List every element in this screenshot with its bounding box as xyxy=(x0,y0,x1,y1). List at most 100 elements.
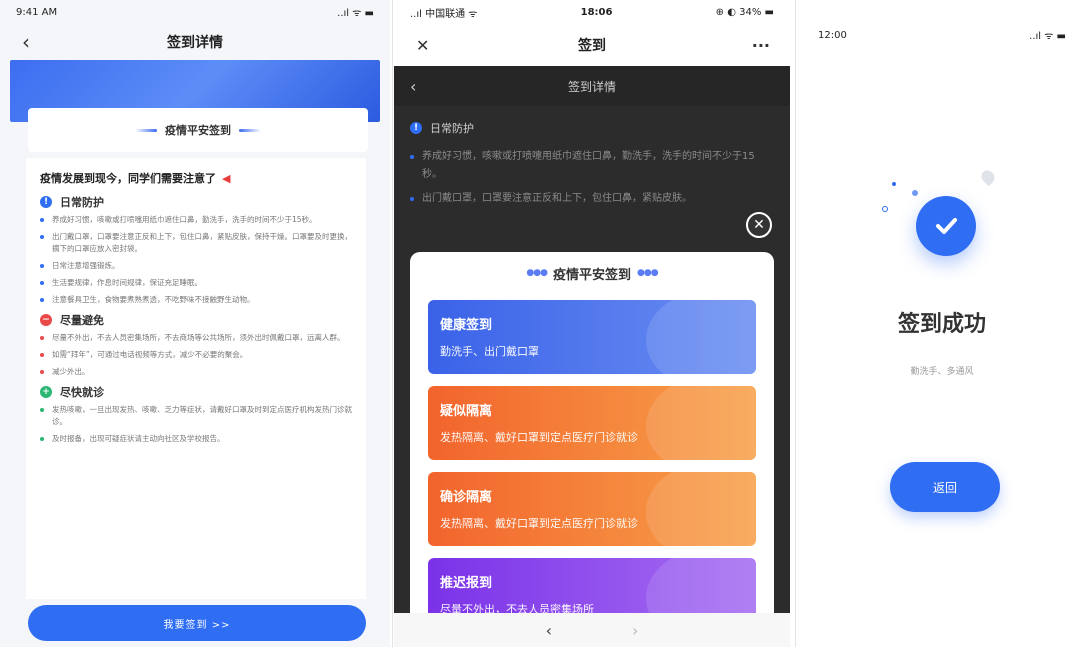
minus-icon: − xyxy=(40,314,52,326)
bullet-dot xyxy=(40,264,44,268)
option-title: 确诊隔离 xyxy=(440,490,493,505)
list-item: 日常注意增强锻炼。 xyxy=(40,260,352,272)
status-time: 12:00 xyxy=(818,29,847,41)
screen-checkin-modal: ..ıl 中国联通 ᯤ 18:06 ⊕ ◐ 34% ▬ ✕ 签到 ··· ‹ 签… xyxy=(394,0,790,647)
option-title: 推迟报到 xyxy=(440,576,493,591)
background-section-heading: ! 日常防护 xyxy=(394,106,790,142)
more-icon[interactable]: ··· xyxy=(752,36,770,55)
status-bar: ..ıl 中国联通 ᯤ 18:06 ⊕ ◐ 34% ▬ xyxy=(394,0,790,24)
list-item: 及时报备，出现可疑症状请主动向社区及学校报告。 xyxy=(40,433,352,445)
bullet-dot xyxy=(40,218,44,222)
bullet-dot xyxy=(40,336,44,340)
status-time: 9:41 AM xyxy=(16,6,58,18)
list-item-text: 发热咳嗽，一旦出现发热、咳嗽、乏力等症状，请戴好口罩及时到定点医疗机构发热门诊就… xyxy=(52,405,352,426)
section-title: 尽量避免 xyxy=(60,314,104,327)
checkin-modal: ●●● 疫情平安签到 ●●● 健康签到 勤洗手、出门戴口罩 疑似隔离 发热隔离、… xyxy=(410,252,774,613)
nav-bar: ‹ 签到详情 xyxy=(0,24,390,60)
status-battery: ⊕ ◐ 34% ▬ xyxy=(715,6,774,18)
list-item-text: 如需“拜年”，可通过电话视频等方式，减少不必要的聚会。 xyxy=(52,350,248,359)
success-title: 签到成功 xyxy=(897,312,986,337)
title-decoration-left xyxy=(135,128,157,132)
option-desc: 尽量不外出，不去人员密集场所 xyxy=(440,603,594,613)
background-section-title: 日常防护 xyxy=(430,122,474,135)
option-title: 健康签到 xyxy=(440,318,493,333)
status-carrier: ..ıl 中国联通 ᯤ xyxy=(410,8,478,20)
option-suspected-isolation[interactable]: 疑似隔离 发热隔离、戴好口罩到定点医疗门诊就诊 xyxy=(428,386,756,460)
page-title: 签到详情 xyxy=(167,35,223,51)
list-item: 注意餐具卫生，食物要煮熟煮透，不吃野味不接触野生动物。 xyxy=(40,294,352,306)
background-list-item: 养成好习惯，咳嗽或打喷嚏用纸巾遮住口鼻，勤洗手，洗手的时间不少于15秒。 xyxy=(394,142,790,184)
section-heading: − 尽量避免 xyxy=(40,312,352,328)
background-list-item: 出门戴口罩，口罩要注意正反和上下，包住口鼻，紧贴皮肤。 xyxy=(394,184,790,208)
bullet-dot xyxy=(40,298,44,302)
list-item: 发热咳嗽，一旦出现发热、咳嗽、乏力等症状，请戴好口罩及时到定点医疗机构发热门诊就… xyxy=(40,404,352,428)
plus-icon: + xyxy=(40,386,52,398)
card-title: 疫情平安签到 xyxy=(165,124,231,137)
status-bar: 12:00 ..ıl ᯤ ▬ xyxy=(800,0,1084,70)
guidance-sections: ! 日常防护养成好习惯，咳嗽或打喷嚏用纸巾遮住口鼻，勤洗手，洗手的时间不少于15秒… xyxy=(40,194,352,445)
section-title: 尽快就诊 xyxy=(60,386,104,399)
status-icons: ..ıl ᯤ ▬ xyxy=(1029,31,1066,42)
modal-close-button[interactable]: ✕ xyxy=(746,212,772,238)
bullet-dot xyxy=(410,155,414,159)
return-button[interactable]: 返回 xyxy=(890,462,1000,512)
screen-checkin-success: 12:00 ..ıl ᯤ ▬ 签到成功 勤洗手、多通风 返回 xyxy=(800,0,1084,647)
section-heading: + 尽快就诊 xyxy=(40,384,352,400)
bullet-dot xyxy=(40,408,44,412)
bullet-dot xyxy=(410,197,414,201)
background-nav: ‹ 签到详情 xyxy=(394,66,790,106)
info-icon: ! xyxy=(410,122,422,134)
list-item: 尽量不外出，不去人员密集场所，不去商场等公共场所，须外出时佩戴口罩，远离人群。 xyxy=(40,332,352,344)
option-confirmed-isolation[interactable]: 确诊隔离 发热隔离、戴好口罩到定点医疗门诊就诊 xyxy=(428,472,756,546)
section-heading: ! 日常防护 xyxy=(40,194,352,210)
bullet-dot xyxy=(40,281,44,285)
list-item-text: 尽量不外出，不去人员密集场所，不去商场等公共场所，须外出时佩戴口罩，远离人群。 xyxy=(52,333,345,342)
option-desc: 发热隔离、戴好口罩到定点医疗门诊就诊 xyxy=(440,431,638,444)
option-health-checkin[interactable]: 健康签到 勤洗手、出门戴口罩 xyxy=(428,300,756,374)
background-item-text: 出门戴口罩，口罩要注意正反和上下，包住口鼻，紧贴皮肤。 xyxy=(422,193,692,204)
list-item: 生活要规律，作息时间规律，保证充足睡眠。 xyxy=(40,277,352,289)
location-pin-icon xyxy=(978,167,998,187)
status-bar: 9:41 AM ..ıl ᯤ ▬ xyxy=(0,0,390,24)
chevron-right-icon[interactable]: › xyxy=(632,621,638,640)
nav-bar: ✕ 签到 ··· xyxy=(394,24,790,66)
decoration-dot xyxy=(912,190,918,196)
option-delay-report[interactable]: 推迟报到 尽量不外出，不去人员密集场所 xyxy=(428,558,756,613)
guidance-card: 疫情发展到现今，同学们需要注意了 ◀ ! 日常防护养成好习惯，咳嗽或打喷嚏用纸巾遮… xyxy=(26,158,366,599)
modal-title-text: 疫情平安签到 xyxy=(552,267,631,283)
chevron-left-icon[interactable]: ‹ xyxy=(546,621,552,640)
decoration-ring xyxy=(882,206,888,212)
status-time: 18:06 xyxy=(580,6,613,18)
browser-bottom-bar: ‹ › xyxy=(394,613,790,647)
divider xyxy=(392,0,393,647)
list-item: 减少外出。 xyxy=(40,366,352,378)
success-check-icon xyxy=(916,196,976,256)
list-item-text: 出门戴口罩，口罩要注意正反和上下，包住口鼻，紧贴皮肤，保持干燥。口罩要及时更换，… xyxy=(52,232,352,253)
notice-text: 疫情发展到现今，同学们需要注意了 xyxy=(40,172,216,185)
banner-title-card: 疫情平安签到 xyxy=(28,108,368,152)
section-title: 日常防护 xyxy=(60,196,104,209)
background-item-text: 养成好习惯，咳嗽或打喷嚏用纸巾遮住口鼻，勤洗手，洗手的时间不少于15秒。 xyxy=(422,151,755,180)
checkin-button[interactable]: 我要签到 >> xyxy=(28,605,366,641)
background-title: 签到详情 xyxy=(567,79,616,94)
title-decoration-right xyxy=(239,128,261,132)
title-decoration-right: ●●● xyxy=(637,268,659,278)
list-item-text: 减少外出。 xyxy=(52,367,90,376)
screen-checkin-detail: 9:41 AM ..ıl ᯤ ▬ ‹ 签到详情 疫情平安签到 疫情发展到现今，同… xyxy=(0,0,390,647)
list-item: 养成好习惯，咳嗽或打喷嚏用纸巾遮住口鼻，勤洗手，洗手的时间不少于15秒。 xyxy=(40,214,352,226)
status-icons: ..ıl ᯤ ▬ xyxy=(337,8,374,19)
bullet-dot xyxy=(40,370,44,374)
title-decoration-left: ●●● xyxy=(526,268,548,278)
back-icon[interactable]: ‹ xyxy=(22,30,30,54)
list-item-text: 日常注意增强锻炼。 xyxy=(52,261,120,270)
bullet-dot xyxy=(40,235,44,239)
notice-heading: 疫情发展到现今，同学们需要注意了 ◀ xyxy=(40,170,352,186)
option-desc: 勤洗手、出门戴口罩 xyxy=(440,345,539,358)
close-icon[interactable]: ✕ xyxy=(416,36,429,55)
bullet-dot xyxy=(40,353,44,357)
modal-title: ●●● 疫情平安签到 ●●● xyxy=(410,252,774,294)
list-item-text: 生活要规律，作息时间规律，保证充足睡眠。 xyxy=(52,278,202,287)
list-item-text: 养成好习惯，咳嗽或打喷嚏用纸巾遮住口鼻，勤洗手，洗手的时间不少于15秒。 xyxy=(52,215,317,224)
bullet-dot xyxy=(40,437,44,441)
info-icon: ! xyxy=(40,196,52,208)
